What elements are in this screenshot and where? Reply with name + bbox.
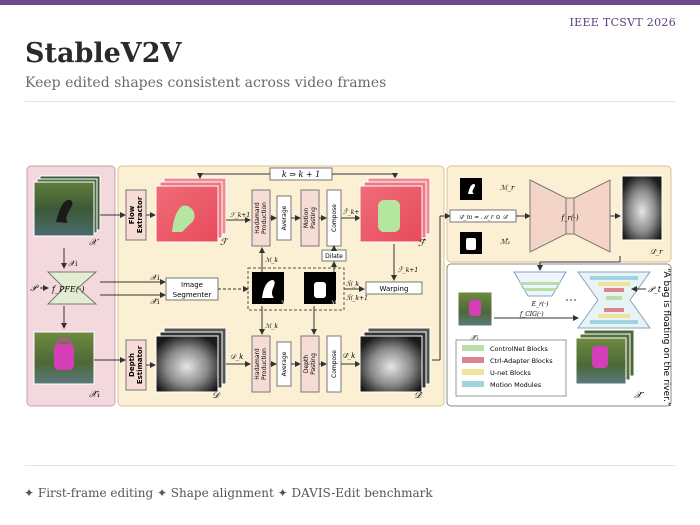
flow-maps-stack — [155, 177, 227, 243]
legend-label-2: U-net Blocks — [490, 369, 531, 377]
legend-swatch-3 — [462, 381, 484, 387]
svg-text:ℳ_k: ℳ_k — [265, 257, 278, 264]
svg-text:Average: Average — [281, 205, 288, 230]
legend-label-1: Ctrl-Adapter Blocks — [490, 357, 553, 365]
legend-label-0: ControlNet Blocks — [490, 345, 549, 353]
svg-text:Pasting: Pasting — [310, 207, 317, 229]
legend-swatch-0 — [462, 345, 484, 351]
pipeline-diagram: 𝒳 𝒳₁ 𝒫 f_PFE(·) 𝒳̂₁ 𝒳₁ 𝒳̂₁ Flow Extracto… — [26, 165, 672, 407]
edited-first-frame — [33, 331, 95, 385]
svg-text:Flow: Flow — [128, 205, 136, 224]
label-X1-seg: 𝒳₁ — [150, 273, 160, 282]
svg-text:ℳ̂₁: ℳ̂₁ — [500, 238, 510, 246]
legend-label-3: Motion Modules — [490, 381, 542, 389]
svg-text:Production: Production — [261, 202, 268, 234]
svg-text:Production: Production — [261, 348, 268, 380]
svg-text:Dilate: Dilate — [325, 253, 343, 260]
svg-text:Average: Average — [281, 351, 288, 376]
svg-text:Pasting: Pasting — [310, 353, 317, 375]
refined-depth — [621, 175, 663, 241]
legend: ControlNet Blocks Ctrl-Adapter Blocks U-… — [455, 339, 567, 397]
svg-text:Estimator: Estimator — [136, 345, 144, 384]
svg-text:Hadamard: Hadamard — [254, 348, 261, 380]
svg-text:Extractor: Extractor — [136, 196, 144, 233]
text-prompt: “A bag is floating on the river.” — [661, 268, 671, 407]
legend-swatch-1 — [462, 357, 484, 363]
label-X1hat-seg: 𝒳̂₁ — [150, 297, 160, 306]
svg-text:ℳ̂_k+1: ℳ̂_k+1 — [346, 294, 368, 302]
prompter-label: f_PFE(·) — [51, 285, 85, 294]
svg-text:ℳ̂_k: ℳ̂_k — [346, 280, 359, 288]
edited-depth-stack — [359, 327, 431, 393]
svg-text:𝒫_t: 𝒫_t — [648, 285, 662, 294]
svg-text:𝒟̂_k: 𝒟̂_k — [342, 352, 355, 360]
svg-text:Depth: Depth — [128, 353, 136, 377]
svg-text:ℱ_k+1: ℱ_k+1 — [230, 212, 250, 219]
svg-text:ℳ_k: ℳ_k — [265, 323, 278, 330]
svg-text:Compose: Compose — [331, 350, 338, 378]
depth-maps-stack — [155, 327, 227, 393]
svg-text:Compose: Compose — [331, 204, 338, 232]
svg-text:Depth: Depth — [303, 355, 310, 373]
label-X1-left: 𝒳₁ — [68, 259, 78, 268]
edited-flow-stack — [359, 177, 431, 243]
svg-text:E_r(·): E_r(·) — [531, 301, 549, 308]
label-X1hat-left: 𝒳̂₁ — [89, 390, 100, 400]
svg-text:ℳ_r: ℳ_r — [500, 184, 515, 192]
output-video-stack — [575, 329, 635, 385]
svg-text:Segmenter: Segmenter — [173, 291, 212, 299]
svg-text:Warping: Warping — [380, 285, 409, 293]
svg-text:Motion: Motion — [303, 208, 310, 229]
svg-text:f_r(·): f_r(·) — [560, 214, 578, 222]
svg-text:k ⇒ k + 1: k ⇒ k + 1 — [282, 170, 320, 179]
svg-text:𝒟̂_r: 𝒟̂_r — [650, 248, 663, 256]
svg-text:𝒟_k: 𝒟_k — [230, 353, 243, 361]
svg-text:𝒟̂_m = ℳ_r ⊙ 𝒟̂: 𝒟̂_m = ℳ_r ⊙ 𝒟̂ — [459, 214, 509, 221]
svg-text:f_CIG(·): f_CIG(·) — [519, 311, 544, 318]
input-video-stack — [33, 175, 101, 237]
svg-text:Hadamard: Hadamard — [254, 202, 261, 234]
svg-text:ℱ̂_k+1: ℱ̂_k+1 — [398, 266, 418, 274]
svg-text:Image: Image — [181, 281, 203, 289]
legend-swatch-2 — [462, 369, 484, 375]
